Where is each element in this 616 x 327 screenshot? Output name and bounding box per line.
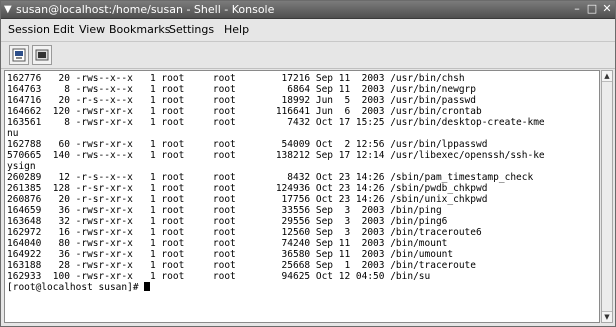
text-cursor (144, 282, 151, 291)
terminal-line: ysign (7, 161, 36, 172)
shell-prompt: [root@localhost susan]# (7, 282, 145, 293)
menu-bookmarks[interactable]: Bookmarks (109, 19, 170, 41)
terminal-line: 162972 16 -rwsr-xr-x 1 root root 12560 S… (7, 227, 482, 238)
menu-help[interactable]: Help (224, 19, 249, 41)
maximize-button[interactable]: □ (586, 3, 598, 15)
terminal-line: 163188 28 -rwsr-xr-x 1 root root 25668 S… (7, 260, 476, 271)
menu-bar: Session Edit View Bookmarks Settings Hel… (1, 19, 615, 42)
scroll-down-icon[interactable]: ▼ (602, 311, 612, 322)
terminal-output: 162776 20 -rws--x--x 1 root root 17216 S… (7, 73, 545, 293)
terminal-line: 162933 100 -rwsr-xr-x 1 root root 94625 … (7, 271, 431, 282)
terminal-line: 162776 20 -rws--x--x 1 root root 17216 S… (7, 73, 465, 84)
toolbar (1, 42, 615, 69)
terminal-line: 261385 128 -r-sr-xr-x 1 root root 124936… (7, 183, 488, 194)
terminal-line: 164040 80 -rwsr-xr-x 1 root root 74240 S… (7, 238, 448, 249)
menu-edit[interactable]: Edit (53, 19, 74, 41)
terminal-area[interactable]: 162776 20 -rws--x--x 1 root root 17216 S… (4, 70, 600, 323)
terminal-line: 570665 140 -rws--x--x 1 root root 138212… (7, 150, 545, 161)
terminal-line: 164659 36 -rwsr-xr-x 1 root root 33556 S… (7, 205, 442, 216)
terminal-line: 164922 36 -rwsr-xr-x 1 root root 36580 S… (7, 249, 454, 260)
new-session-button[interactable] (9, 45, 29, 65)
terminal-line: 164763 8 -rws--x--x 1 root root 6864 Sep… (7, 84, 476, 95)
menu-session[interactable]: Session (8, 19, 50, 41)
terminal-line: 164662 120 -rwsr-xr-x 1 root root 116641… (7, 106, 482, 117)
terminal-line: 163648 32 -rwsr-xr-x 1 root root 29556 S… (7, 216, 448, 227)
minimize-button[interactable]: – (571, 3, 583, 15)
window-title: susan@localhost:/home/susan - Shell - Ko… (16, 3, 275, 16)
title-bar[interactable]: ▼ susan@localhost:/home/susan - Shell - … (1, 1, 615, 19)
menu-settings[interactable]: Settings (169, 19, 214, 41)
konsole-window: ▼ susan@localhost:/home/susan - Shell - … (0, 0, 616, 327)
menu-view[interactable]: View (79, 19, 105, 41)
terminal-session-button[interactable] (32, 45, 52, 65)
terminal-line: 163561 8 -rwsr-xr-x 1 root root 7432 Oct… (7, 117, 545, 128)
terminal-line: 162788 60 -rwsr-xr-x 1 root root 54009 O… (7, 139, 488, 150)
close-button[interactable]: ✕ (601, 3, 613, 15)
terminal-line: 260876 20 -r-sr-xr-x 1 root root 17756 O… (7, 194, 488, 205)
terminal-line: 164716 20 -r-s--x--x 1 root root 18992 J… (7, 95, 476, 106)
window-menu-icon[interactable]: ▼ (4, 1, 12, 18)
terminal-line: 260289 12 -r-s--x--x 1 root root 8432 Oc… (7, 172, 534, 183)
scroll-up-icon[interactable]: ▲ (602, 71, 612, 82)
terminal-line: nu (7, 128, 19, 139)
vertical-scrollbar[interactable]: ▲ ▼ (601, 70, 613, 323)
prompt-line[interactable]: [root@localhost susan]# (7, 282, 545, 293)
